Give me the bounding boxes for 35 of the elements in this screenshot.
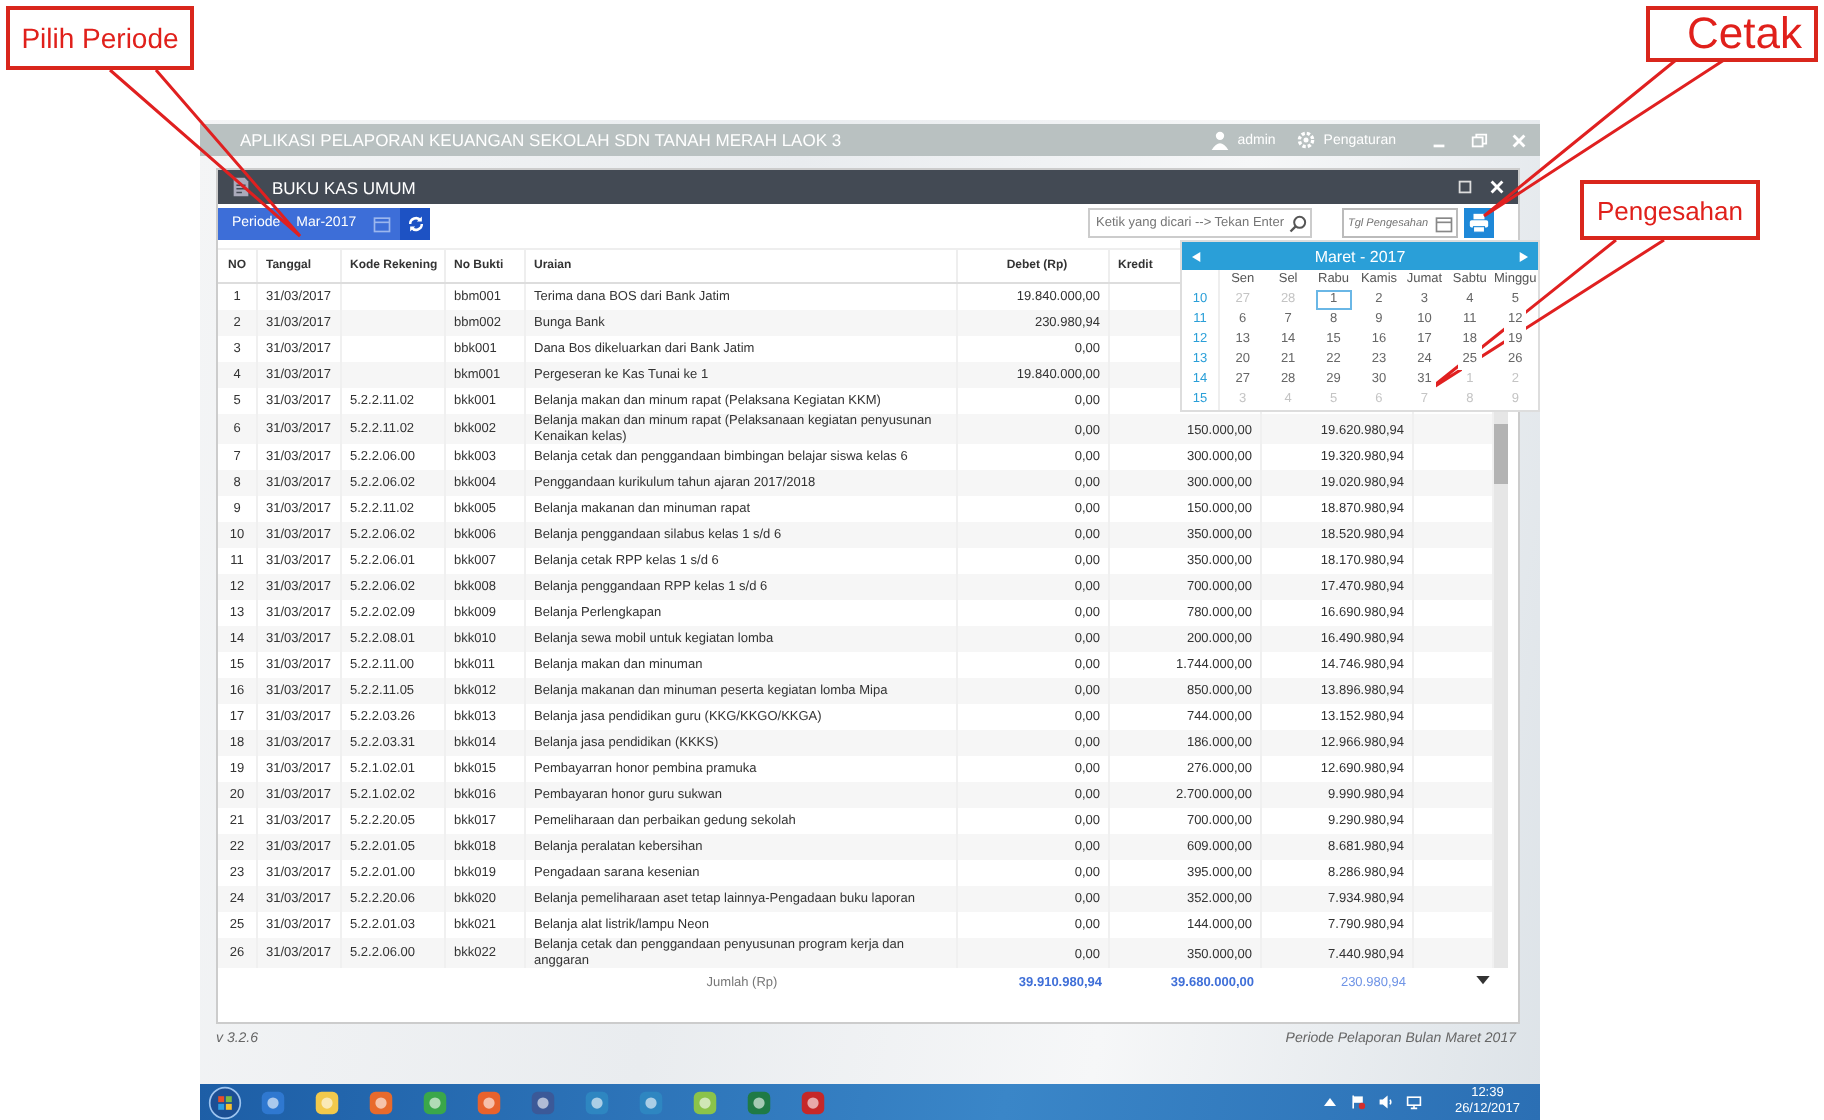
app-icon[interactable] [798, 1087, 828, 1117]
search-icon[interactable] [1288, 213, 1308, 233]
calendar-icon[interactable] [1434, 213, 1454, 233]
app-icon[interactable] [474, 1087, 504, 1117]
close-icon[interactable] [1488, 178, 1506, 196]
settings-icon [1295, 130, 1316, 150]
app-icon[interactable] [582, 1087, 612, 1117]
app-icon[interactable] [528, 1087, 558, 1117]
callout-label: Pilih Periode [6, 6, 194, 70]
next-month-icon[interactable] [1517, 251, 1528, 261]
refresh-button[interactable] [400, 207, 431, 239]
refresh-icon[interactable] [405, 213, 426, 233]
app-icon[interactable] [744, 1087, 774, 1117]
app-title: APLIKASI PELAPORAN KEUANGAN SEKOLAH SDN TANAH MERAH LAOK 3 [240, 130, 842, 150]
scrollbar-thumb[interactable] [1494, 424, 1508, 484]
previous-month-icon[interactable] [1192, 251, 1202, 261]
flag-icon[interactable] [1350, 1094, 1367, 1110]
maximize-icon[interactable] [1456, 178, 1474, 196]
app-icon[interactable] [636, 1087, 666, 1117]
app-icon[interactable] [420, 1087, 450, 1117]
app-icon[interactable] [312, 1087, 342, 1117]
calendar-icon[interactable] [372, 213, 393, 233]
scroll-down-icon[interactable] [1476, 976, 1490, 986]
calendar-month[interactable]: Maret - 2017 [1314, 247, 1406, 265]
user-icon [1209, 130, 1230, 150]
tray-arrow-icon[interactable] [1322, 1094, 1339, 1110]
app-icon[interactable] [258, 1087, 288, 1117]
start-button[interactable] [208, 1085, 242, 1119]
speaker-icon[interactable] [1378, 1094, 1395, 1110]
network-icon[interactable] [1406, 1094, 1423, 1110]
app-icon[interactable] [690, 1087, 720, 1117]
window-title: BUKU KAS UMUM [272, 177, 416, 197]
callout-label: Cetak [1646, 6, 1818, 62]
app-icon[interactable] [366, 1087, 396, 1117]
callout-label: Pengesahan [1580, 180, 1760, 240]
